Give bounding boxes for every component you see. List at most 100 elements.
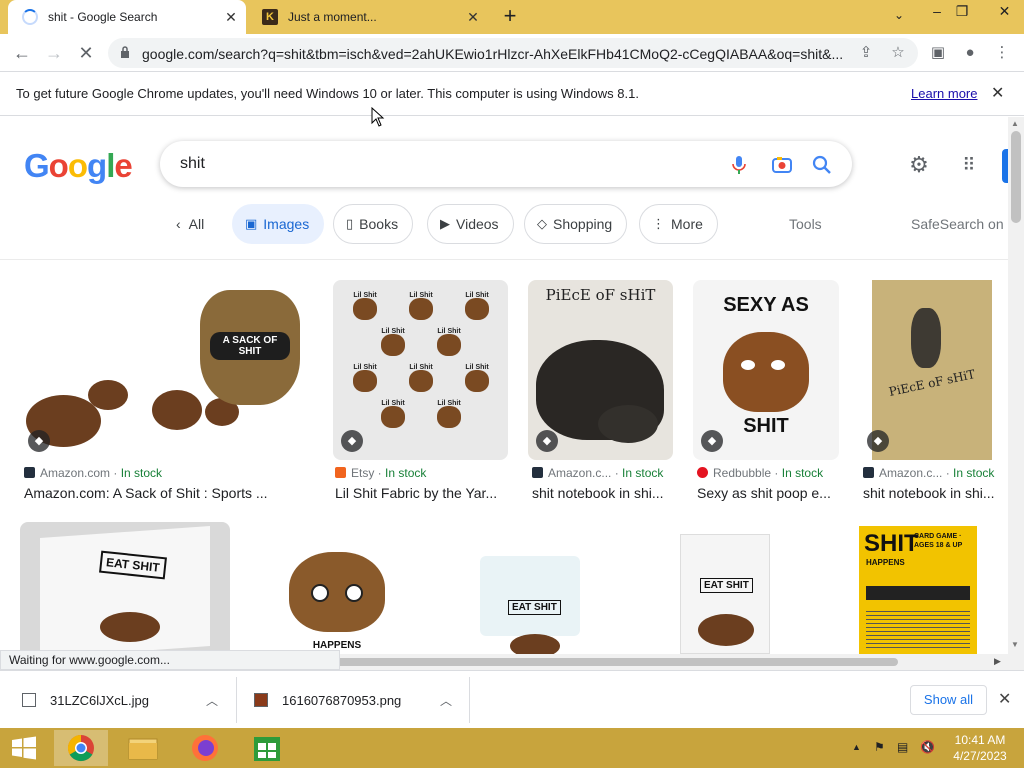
learn-more-link[interactable]: Learn more: [911, 86, 977, 101]
search-results-page: Google shit ⚙ ⠿ ‹ All ▣ Images ▯ Books ▶ Vid…: [0, 117, 1008, 654]
browser-menu-icon[interactable]: ⋮: [992, 43, 1012, 63]
sack-label: A SACK OF SHIT: [210, 332, 290, 360]
infobar-message: To get future Google Chrome updates, you…: [16, 86, 639, 101]
bookmark-star-icon[interactable]: ☆: [888, 43, 908, 63]
chip-videos[interactable]: ▶ Videos: [427, 204, 514, 244]
chip-more[interactable]: ⋮ More: [639, 204, 718, 244]
search-box[interactable]: shit: [160, 141, 852, 187]
eat-label: EAT SHIT: [700, 578, 753, 593]
tab-google-search[interactable]: shit - Google Search ✕: [8, 0, 246, 34]
download-item[interactable]: 1616076870953.png ︿: [254, 671, 464, 729]
scroll-up-icon[interactable]: ▲: [1011, 119, 1019, 128]
file-explorer-taskbar-button[interactable]: [116, 730, 170, 766]
result-source[interactable]: Etsy · In stock: [335, 466, 426, 480]
image-file-icon: [22, 693, 36, 707]
chip-all[interactable]: ‹ All: [176, 216, 204, 232]
settings-gear-icon[interactable]: ⚙: [907, 153, 931, 177]
result-image-card-game[interactable]: SHIT HAPPENS CARD GAME · AGES 18 & UP: [832, 522, 1004, 654]
download-item[interactable]: 31LZC6lJXcL.jpg ︿: [22, 671, 232, 729]
result-source[interactable]: Amazon.c... · In stock: [863, 466, 994, 480]
chip-shopping[interactable]: ◇ Shopping: [524, 204, 628, 244]
product-tag-icon: ◆: [867, 430, 889, 452]
vertical-scrollbar[interactable]: ▲ ▼: [1008, 117, 1024, 654]
forward-button[interactable]: →: [42, 41, 66, 65]
profile-avatar-icon[interactable]: ●: [960, 43, 980, 63]
chip-label: Shopping: [553, 216, 613, 232]
close-tab-icon[interactable]: ✕: [466, 10, 480, 24]
back-button[interactable]: ←: [10, 41, 34, 65]
redbubble-favicon-icon: [697, 467, 708, 478]
result-image-piece[interactable]: PiEcE oF sHiT ◆: [528, 280, 673, 460]
camera-lens-icon[interactable]: [771, 154, 793, 176]
close-tab-icon[interactable]: ✕: [224, 10, 238, 24]
result-image-eat-small[interactable]: EAT SHIT: [446, 522, 620, 654]
microphone-icon[interactable]: [728, 154, 750, 176]
clock[interactable]: 10:41 AM 4/27/2023: [948, 732, 1012, 764]
volume-muted-icon[interactable]: 🔇: [920, 740, 935, 754]
result-image-piece-ground[interactable]: PiEcE oF sHiT ◆: [859, 280, 1005, 460]
vertical-scroll-thumb[interactable]: [1011, 131, 1021, 223]
apps-grid-icon[interactable]: ⠿: [957, 153, 981, 177]
product-tag-icon: ◆: [28, 430, 50, 452]
result-caption[interactable]: Amazon.com: A Sack of Shit : Sports ...: [24, 485, 312, 501]
tab-search-icon[interactable]: ⌄: [882, 4, 916, 28]
result-image-poop-emoji[interactable]: HAPPENS: [249, 522, 425, 654]
firefox-icon: [192, 735, 218, 761]
share-icon[interactable]: ⇪: [856, 43, 876, 63]
side-panel-icon[interactable]: ▣: [928, 43, 948, 63]
result-image-eat-open[interactable]: EAT SHIT: [640, 522, 813, 654]
scroll-down-icon[interactable]: ▼: [1011, 640, 1019, 649]
restore-button[interactable]: ❐: [945, 0, 979, 24]
divider: [0, 259, 1008, 260]
result-caption[interactable]: Sexy as shit poop e...: [697, 485, 837, 501]
result-image-eat-box[interactable]: EAT SHIT: [20, 522, 230, 654]
chevron-up-icon[interactable]: ︿: [206, 692, 218, 709]
result-caption[interactable]: shit notebook in shi...: [532, 485, 672, 501]
close-window-button[interactable]: ✕: [985, 0, 1024, 24]
status-bubble: Waiting for www.google.com...: [0, 650, 340, 670]
show-all-button[interactable]: Show all: [910, 685, 987, 715]
tray-expand-icon[interactable]: ▲: [852, 742, 861, 752]
search-query[interactable]: shit: [180, 155, 205, 173]
site-favicon-icon: K: [262, 9, 278, 25]
action-center-flag-icon[interactable]: ⚑: [874, 740, 885, 754]
source-name: Etsy: [351, 466, 375, 480]
browser-toolbar: ← → ✕ google.com/search?q=shit&tbm=isch&…: [0, 34, 1024, 72]
result-source[interactable]: Amazon.c... · In stock: [532, 466, 663, 480]
stock-status: In stock: [120, 466, 163, 480]
result-caption[interactable]: shit notebook in shi...: [863, 485, 1003, 501]
chip-books[interactable]: ▯ Books: [333, 204, 414, 244]
stock-status: In stock: [622, 466, 664, 480]
windows-start-icon[interactable]: [6, 730, 42, 766]
result-image-lil[interactable]: Lil Shit Lil Shit Lil Shit Lil Shit Lil Shit…: [333, 280, 508, 460]
tab-just-a-moment[interactable]: K Just a moment... ✕: [248, 0, 488, 34]
close-shelf-icon[interactable]: ✕: [998, 689, 1011, 709]
result-caption[interactable]: Lil Shit Fabric by the Yar...: [335, 485, 501, 501]
etsy-favicon-icon: [335, 467, 346, 478]
chevron-up-icon[interactable]: ︿: [440, 692, 452, 709]
chevron-left-icon: ‹: [176, 216, 181, 232]
firefox-taskbar-button[interactable]: [178, 730, 232, 766]
store-taskbar-button[interactable]: [240, 730, 294, 766]
chrome-taskbar-button[interactable]: [54, 730, 108, 766]
close-infobar-icon[interactable]: ✕: [991, 83, 1004, 103]
tools-button[interactable]: Tools: [789, 216, 822, 232]
lil-label: Lil Shit: [353, 364, 377, 371]
network-icon[interactable]: ▤: [897, 740, 908, 754]
scroll-right-icon[interactable]: ▶: [994, 656, 1001, 667]
chip-images[interactable]: ▣ Images: [232, 204, 325, 244]
google-logo[interactable]: Google: [24, 147, 133, 185]
source-name: Amazon.c...: [879, 466, 943, 480]
result-image-sexy[interactable]: SEXY AS SHIT ◆: [693, 280, 839, 460]
result-source[interactable]: Redbubble · In stock: [697, 466, 823, 480]
address-bar[interactable]: google.com/search?q=shit&tbm=isch&ved=2a…: [108, 38, 918, 68]
store-bag-icon: [254, 737, 280, 761]
result-image-sack[interactable]: A SACK OF SHIT ◆: [20, 280, 312, 460]
lil-poop-motif: Lil Shit: [341, 292, 389, 326]
result-source[interactable]: Amazon.com · In stock: [24, 466, 162, 480]
lil-poop-motif: Lil Shit: [341, 364, 389, 398]
safesearch-button[interactable]: SafeSearch on: [911, 216, 1004, 232]
new-tab-button[interactable]: +: [499, 5, 521, 28]
search-icon[interactable]: [811, 154, 833, 176]
stop-button[interactable]: ✕: [74, 41, 98, 65]
